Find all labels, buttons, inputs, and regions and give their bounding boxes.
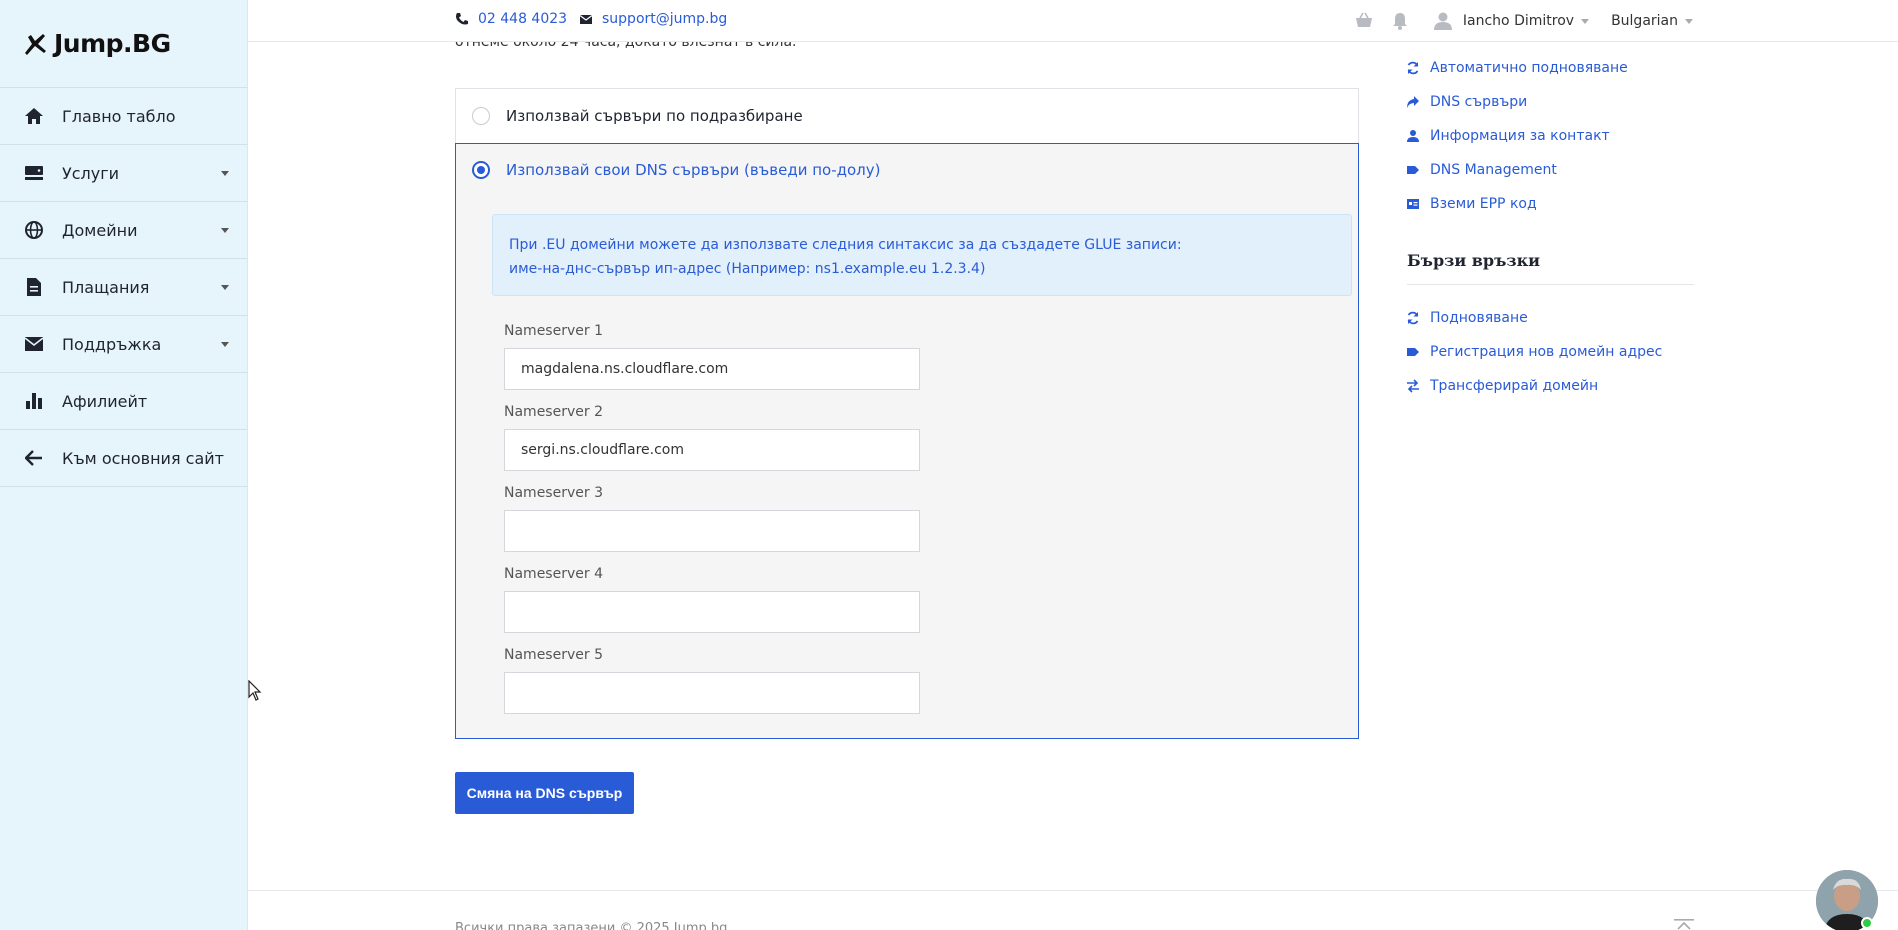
sidebar-item-label: Главно табло	[62, 106, 176, 126]
change-dns-button[interactable]: Смяна на DNS сървър	[455, 772, 634, 814]
sidebar-item-services[interactable]: Услуги	[0, 145, 247, 202]
option-custom-header[interactable]: Използвай свои DNS сървъри (въведи по-до…	[472, 161, 881, 179]
sidebar: Jump.BG Главно табло Услуги Домейни Плащ…	[0, 0, 248, 930]
arrow-left-icon	[24, 448, 44, 468]
link-label: Трансферирай домейн	[1430, 378, 1599, 394]
support-email: support@jump.bg	[602, 11, 728, 27]
link-dns-servers[interactable]: DNS сървъри	[1406, 94, 1527, 110]
sidebar-item-main-site[interactable]: Към основния сайт	[0, 430, 247, 487]
quick-link-renew[interactable]: Подновяване	[1406, 310, 1528, 326]
sidebar-item-domains[interactable]: Домейни	[0, 202, 247, 259]
caret-down-icon	[1581, 18, 1590, 24]
user-icon	[1407, 130, 1419, 142]
link-auto-renew[interactable]: Автоматично подновяване	[1406, 60, 1628, 76]
globe-icon	[24, 220, 44, 240]
phone-icon	[456, 13, 468, 25]
bar-chart-icon	[24, 391, 44, 411]
sidebar-item-label: Услуги	[62, 163, 120, 183]
quick-link-register[interactable]: Регистрация нов домейн адрес	[1406, 344, 1662, 360]
info-line-1: При .EU домейни можете да използвате сле…	[509, 237, 1182, 253]
online-status-dot	[1861, 917, 1873, 929]
caret-down-icon	[1685, 18, 1693, 24]
info-line-2: име-на-днс-сървър ип-адрес (Например: ns…	[509, 261, 986, 277]
language-label: Bulgarian	[1611, 13, 1678, 29]
nameserver-3-label: Nameserver 3	[504, 485, 603, 501]
exchange-icon	[1407, 379, 1419, 393]
sidebar-item-affiliate[interactable]: Афилиейт	[0, 373, 247, 430]
tag-icon	[1407, 348, 1419, 356]
option-default-nameservers[interactable]: Използвай сървъри по подразбиране	[455, 88, 1359, 144]
document-icon	[24, 277, 44, 297]
tag-icon	[1407, 166, 1419, 174]
nameserver-4-input[interactable]	[504, 591, 920, 633]
phone-number: 02 448 4023	[478, 11, 568, 27]
server-icon	[24, 163, 44, 183]
bell-icon[interactable]	[1389, 10, 1411, 32]
nameserver-1-input[interactable]: magdalena.ns.cloudflare.com	[504, 348, 920, 390]
footer-copyright: Всички права запазени © 2025 Jump.bg	[455, 921, 728, 930]
option-custom-nameservers: Използвай свои DNS сървъри (въведи по-до…	[455, 143, 1359, 739]
cart-icon[interactable]	[1353, 10, 1375, 32]
top-bar: 02 448 4023 support@jump.bg Iancho Dimit…	[248, 0, 1898, 42]
header-actions: Iancho Dimitrov Bulgarian	[1339, 10, 1693, 32]
envelope-icon	[579, 15, 593, 24]
radio-custom[interactable]	[472, 161, 490, 179]
sidebar-item-payments[interactable]: Плащания	[0, 259, 247, 316]
sidebar-item-dashboard[interactable]: Главно табло	[0, 88, 247, 145]
envelope-icon	[24, 334, 44, 354]
nameserver-5-input[interactable]	[504, 672, 920, 714]
language-selector[interactable]: Bulgarian	[1611, 13, 1693, 29]
footer-divider	[248, 890, 1898, 891]
link-label: Подновяване	[1430, 310, 1528, 326]
option-custom-label: Използвай свои DNS сървъри (въведи по-до…	[506, 161, 881, 179]
link-label: Информация за контакт	[1430, 128, 1610, 144]
user-name: Iancho Dimitrov	[1462, 13, 1575, 29]
nameserver-5-label: Nameserver 5	[504, 647, 603, 663]
link-contact-info[interactable]: Информация за контакт	[1406, 128, 1610, 144]
sidebar-item-label: Поддръжка	[62, 334, 162, 354]
link-label: Автоматично подновяване	[1430, 60, 1628, 76]
link-label: DNS Management	[1430, 162, 1557, 178]
nameserver-4-label: Nameserver 4	[504, 566, 603, 582]
caret-down-icon	[221, 228, 229, 233]
jump-logo-icon	[25, 33, 46, 55]
quick-link-transfer[interactable]: Трансферирай домейн	[1406, 378, 1598, 394]
caret-down-icon	[221, 285, 229, 290]
caret-down-icon	[221, 342, 229, 347]
sidebar-item-label: Афилиейт	[62, 391, 148, 411]
user-avatar-icon	[1433, 12, 1452, 30]
sidebar-item-label: Домейни	[62, 220, 138, 240]
link-label: Вземи EPP код	[1430, 196, 1537, 212]
nameserver-1-label: Nameserver 1	[504, 323, 603, 339]
email-link[interactable]: support@jump.bg	[579, 11, 727, 27]
radio-default[interactable]	[472, 107, 490, 125]
link-epp-code[interactable]: Вземи EPP код	[1406, 196, 1537, 212]
option-default-label: Използвай сървъри по подразбиране	[506, 107, 803, 125]
sidebar-item-support[interactable]: Поддръжка	[0, 316, 247, 373]
quick-links-title: Бързи връзки	[1407, 251, 1540, 270]
mouse-cursor-icon	[248, 680, 262, 701]
link-dns-management[interactable]: DNS Management	[1406, 162, 1557, 178]
phone-link[interactable]: 02 448 4023	[455, 11, 567, 27]
nameserver-2-label: Nameserver 2	[504, 404, 603, 420]
share-arrow-icon	[1407, 96, 1419, 108]
brand-name: Jump.BG	[54, 29, 171, 58]
sidebar-item-label: Към основния сайт	[62, 448, 224, 468]
link-label: DNS сървъри	[1430, 94, 1528, 110]
glue-info-box: При .EU домейни можете да използвате сле…	[492, 214, 1352, 296]
nameserver-3-input[interactable]	[504, 510, 920, 552]
sync-icon	[1407, 61, 1419, 75]
logo[interactable]: Jump.BG	[0, 0, 247, 88]
scroll-to-top-icon[interactable]	[1674, 919, 1694, 930]
user-menu[interactable]: Iancho Dimitrov	[1433, 11, 1590, 31]
sidebar-item-label: Плащания	[62, 277, 150, 297]
divider	[1407, 284, 1694, 285]
nameserver-2-input[interactable]: sergi.ns.cloudflare.com	[504, 429, 920, 471]
home-icon	[24, 106, 44, 126]
id-card-icon	[1407, 199, 1419, 209]
link-label: Регистрация нов домейн адрес	[1430, 344, 1663, 360]
sync-icon	[1407, 311, 1419, 325]
caret-down-icon	[221, 171, 229, 176]
